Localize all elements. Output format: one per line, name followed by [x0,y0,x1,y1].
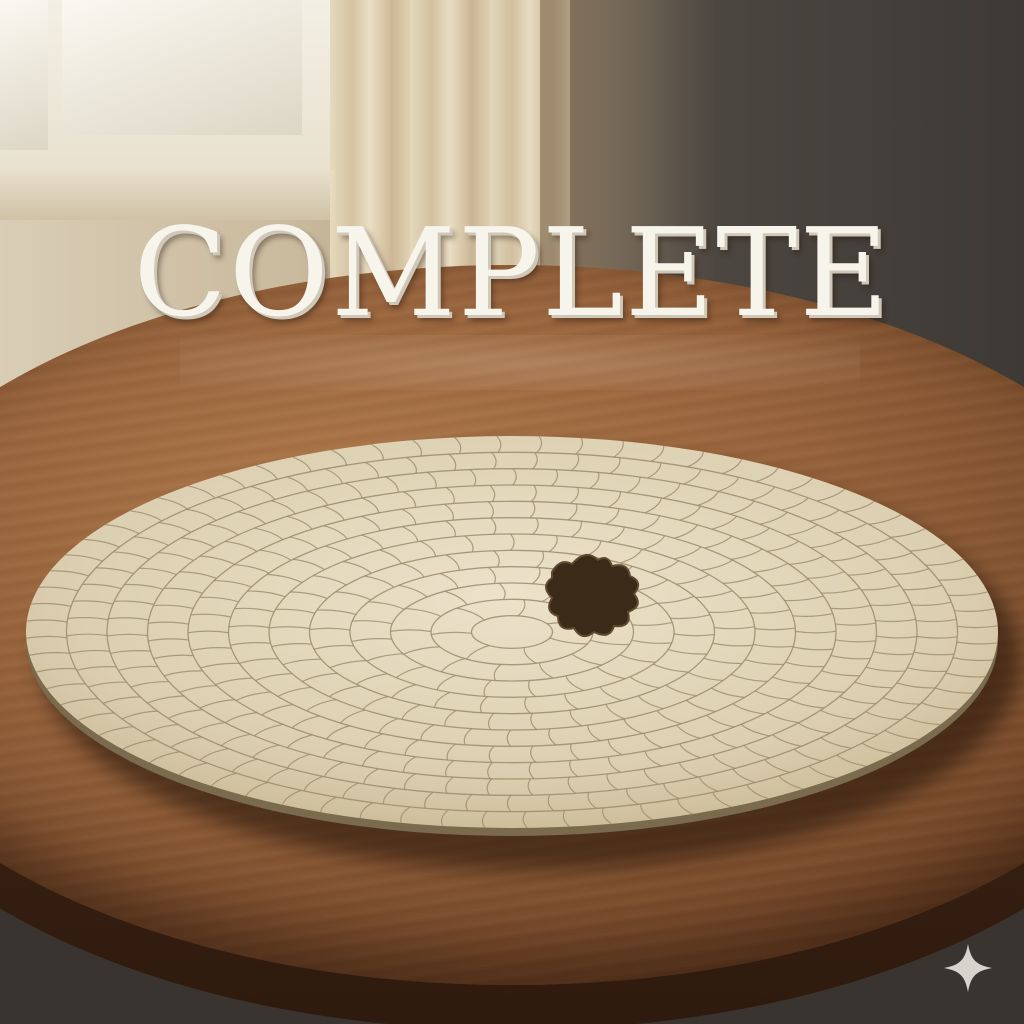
sparkle-icon [944,944,992,992]
puzzle-face [26,436,998,828]
photo-scene: COMPLETE [0,0,1024,1024]
circular-jigsaw-puzzle [26,435,998,836]
missing-piece-hole [545,553,640,638]
